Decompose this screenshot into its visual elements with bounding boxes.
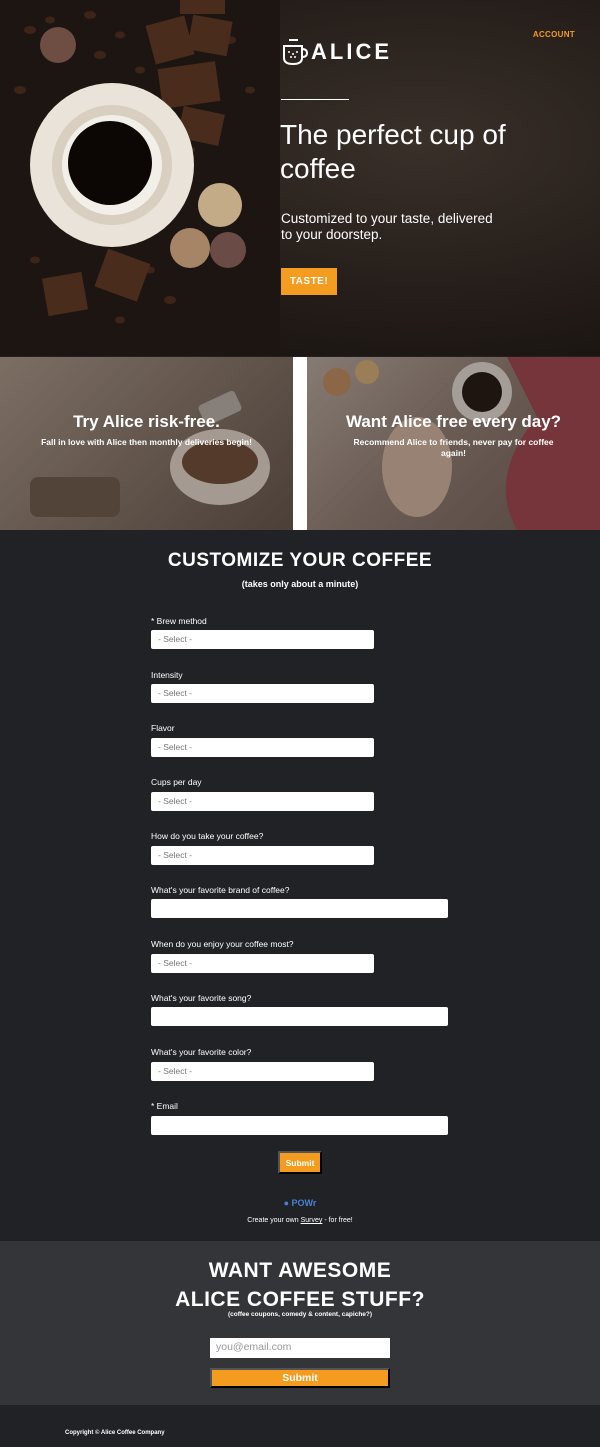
- newsletter-submit-button[interactable]: Submit: [210, 1368, 390, 1388]
- intensity-label: Intensity: [151, 670, 183, 680]
- powr-icon: ●: [283, 1198, 290, 1208]
- logo[interactable]: ALICE: [281, 38, 392, 66]
- favorite-color-select[interactable]: - Select -: [151, 1062, 374, 1081]
- favorite-song-input[interactable]: [151, 1007, 448, 1026]
- powr-note-prefix: Create your own: [247, 1217, 299, 1224]
- form-subtitle: (takes only about a minute): [241, 579, 359, 589]
- risk-free-panel: Try Alice risk-free. Fall in love with A…: [0, 357, 293, 530]
- enjoy-coffee-select[interactable]: - Select -: [151, 954, 374, 973]
- favorite-song-label: What's your favorite song?: [151, 993, 252, 1003]
- panel-title: Want Alice free every day?: [345, 412, 562, 431]
- footer: Copyright © Alice Coffee Company: [0, 1405, 600, 1447]
- powr-label: POWr: [291, 1198, 317, 1208]
- flavor-select[interactable]: - Select -: [151, 738, 374, 757]
- hero-subtitle: Customized to your taste, delivered to y…: [281, 211, 493, 242]
- favorite-brand-label: What's your favorite brand of coffee?: [151, 885, 290, 895]
- newsletter-title-line2: ALICE COFFEE STUFF?: [175, 1288, 425, 1311]
- panel-text: Fall in love with Alice then monthly del…: [41, 437, 252, 447]
- account-link[interactable]: ACCOUNT: [533, 30, 575, 39]
- copyright-text: Copyright © Alice Coffee Company: [65, 1430, 165, 1436]
- form-title: CUSTOMIZE YOUR COFFEE: [167, 550, 433, 571]
- take-coffee-select[interactable]: - Select -: [151, 846, 374, 865]
- free-every-day-panel: Want Alice free every day? Recommend Ali…: [307, 357, 600, 530]
- email-field[interactable]: [151, 1116, 448, 1135]
- favorite-color-label: What's your favorite color?: [151, 1047, 252, 1057]
- newsletter-email-input[interactable]: you@email.com: [210, 1338, 390, 1358]
- panel-divider: [293, 357, 307, 530]
- powr-note-suffix: - for free!: [324, 1217, 353, 1224]
- newsletter-section: WANT AWESOME ALICE COFFEE STUFF? (coffee…: [0, 1241, 600, 1405]
- powr-note: Create your own Survey - for free!: [0, 1217, 600, 1224]
- newsletter-title-line1: WANT AWESOME: [208, 1259, 392, 1282]
- powr-logo[interactable]: ● POWr: [0, 1198, 600, 1208]
- panel-title: Try Alice risk-free.: [73, 412, 220, 431]
- cups-per-day-select[interactable]: - Select -: [151, 792, 374, 811]
- coffee-cup-image: [0, 0, 280, 356]
- brew-method-select[interactable]: - Select -: [151, 630, 374, 649]
- hero-section: ACCOUNT ALICE The perfect cup of coffee …: [0, 0, 600, 356]
- newsletter-subtitle: (coffee coupons, comedy & content, capic…: [227, 1311, 373, 1318]
- hero-divider: [281, 99, 349, 100]
- flavor-label: Flavor: [151, 723, 175, 733]
- form-submit-button[interactable]: Submit: [278, 1151, 322, 1174]
- brew-method-label: * Brew method: [151, 616, 207, 626]
- hero-title: The perfect cup of coffee: [280, 119, 506, 184]
- intensity-select[interactable]: - Select -: [151, 684, 374, 703]
- customize-form-section: CUSTOMIZE YOUR COFFEE (takes only about …: [0, 530, 600, 1241]
- newsletter-title: WANT AWESOME ALICE COFFEE STUFF?: [0, 1256, 600, 1314]
- coffee-cup-logo-icon: [283, 39, 309, 66]
- taste-button[interactable]: TASTE!: [281, 268, 337, 295]
- email-label: * Email: [151, 1101, 178, 1111]
- take-coffee-label: How do you take your coffee?: [151, 831, 264, 841]
- favorite-brand-input[interactable]: [151, 899, 448, 918]
- panel-text: Recommend Alice to friends, never pay fo…: [353, 437, 554, 458]
- survey-link[interactable]: Survey: [301, 1217, 323, 1224]
- cups-per-day-label: Cups per day: [151, 777, 202, 787]
- logo-text: ALICE: [311, 39, 392, 64]
- enjoy-coffee-label: When do you enjoy your coffee most?: [151, 939, 294, 949]
